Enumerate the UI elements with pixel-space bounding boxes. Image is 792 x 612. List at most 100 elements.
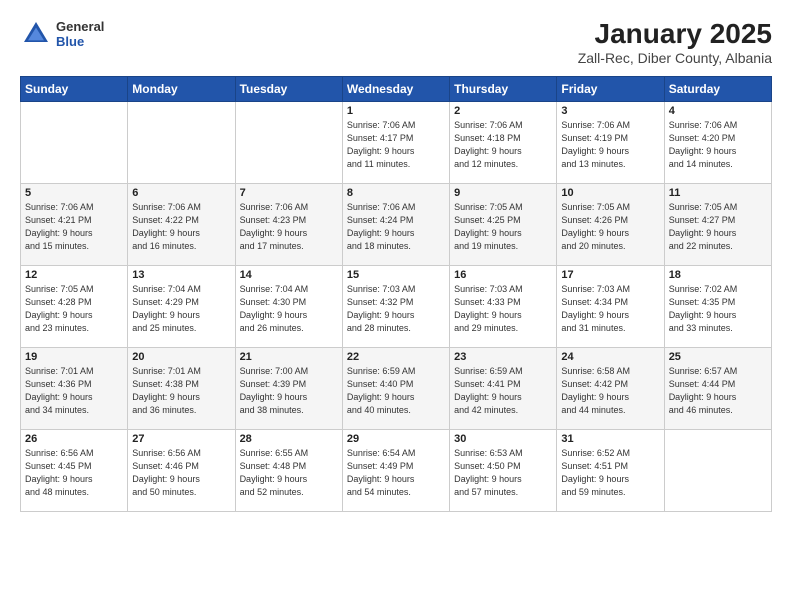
day-info: Sunrise: 7:05 AM Sunset: 4:28 PM Dayligh… — [25, 283, 123, 335]
calendar-cell: 9 Sunrise: 7:05 AM Sunset: 4:25 PM Daylig… — [450, 184, 557, 266]
calendar-cell: 16Sunrise: 7:03 AM Sunset: 4:33 PM Dayli… — [450, 266, 557, 348]
calendar-cell: 23 Sunrise: 6:59 AM Sunset: 4:41 PM Dayli… — [450, 348, 557, 430]
calendar-cell: 30 Sunrise: 6:53 AM Sunset: 4:50 PM Dayli… — [450, 430, 557, 512]
calendar-cell: 17 Sunrise: 7:03 AM Sunset: 4:34 PM Dayli… — [557, 266, 664, 348]
calendar-cell: 25Sunrise: 6:57 AM Sunset: 4:44 PM Dayli… — [664, 348, 771, 430]
day-info: Sunrise: 7:02 AM Sunset: 4:35 PM Dayligh… — [669, 283, 767, 335]
calendar-cell: 20Sunrise: 7:01 AM Sunset: 4:38 PM Dayli… — [128, 348, 235, 430]
calendar-cell: 19 Sunrise: 7:01 AM Sunset: 4:36 PM Dayli… — [21, 348, 128, 430]
day-info: Sunrise: 6:53 AM Sunset: 4:50 PM Dayligh… — [454, 447, 552, 499]
day-number: 18 — [669, 269, 767, 281]
day-number: 23 — [454, 351, 552, 363]
day-info: Sunrise: 7:06 AM Sunset: 4:19 PM Dayligh… — [561, 119, 659, 171]
day-number: 25 — [669, 351, 767, 363]
calendar-cell: 10Sunrise: 7:05 AM Sunset: 4:26 PM Dayli… — [557, 184, 664, 266]
day-number: 15 — [347, 269, 445, 281]
calendar-cell: 1 Sunrise: 7:06 AM Sunset: 4:17 PM Daylig… — [342, 102, 449, 184]
header-cell-tuesday: Tuesday — [235, 77, 342, 102]
day-info: Sunrise: 7:05 AM Sunset: 4:27 PM Dayligh… — [669, 201, 767, 253]
calendar-cell: 31Sunrise: 6:52 AM Sunset: 4:51 PM Dayli… — [557, 430, 664, 512]
header-cell-sunday: Sunday — [21, 77, 128, 102]
day-number: 4 — [669, 105, 767, 117]
calendar-cell: 12 Sunrise: 7:05 AM Sunset: 4:28 PM Dayli… — [21, 266, 128, 348]
day-number: 17 — [561, 269, 659, 281]
calendar-cell: 13Sunrise: 7:04 AM Sunset: 4:29 PM Dayli… — [128, 266, 235, 348]
calendar-cell: 7Sunrise: 7:06 AM Sunset: 4:23 PM Daylig… — [235, 184, 342, 266]
header-cell-thursday: Thursday — [450, 77, 557, 102]
calendar-cell — [21, 102, 128, 184]
day-number: 29 — [347, 433, 445, 445]
day-number: 14 — [240, 269, 338, 281]
calendar-cell: 4Sunrise: 7:06 AM Sunset: 4:20 PM Daylig… — [664, 102, 771, 184]
calendar-cell: 22 Sunrise: 6:59 AM Sunset: 4:40 PM Dayli… — [342, 348, 449, 430]
calendar-cell: 21 Sunrise: 7:00 AM Sunset: 4:39 PM Dayli… — [235, 348, 342, 430]
day-info: Sunrise: 6:54 AM Sunset: 4:49 PM Dayligh… — [347, 447, 445, 499]
day-info: Sunrise: 6:59 AM Sunset: 4:41 PM Dayligh… — [454, 365, 552, 417]
calendar-cell — [664, 430, 771, 512]
week-row-3: 19 Sunrise: 7:01 AM Sunset: 4:36 PM Dayli… — [21, 348, 772, 430]
day-info: Sunrise: 6:59 AM Sunset: 4:40 PM Dayligh… — [347, 365, 445, 417]
week-row-0: 1 Sunrise: 7:06 AM Sunset: 4:17 PM Daylig… — [21, 102, 772, 184]
day-number: 1 — [347, 105, 445, 117]
calendar-cell: 14 Sunrise: 7:04 AM Sunset: 4:30 PM Dayli… — [235, 266, 342, 348]
day-number: 5 — [25, 187, 123, 199]
day-number: 21 — [240, 351, 338, 363]
header: General Blue January 2025 Zall-Rec, Dibe… — [20, 18, 772, 66]
calendar-cell: 28 Sunrise: 6:55 AM Sunset: 4:48 PM Dayli… — [235, 430, 342, 512]
day-number: 27 — [132, 433, 230, 445]
day-info: Sunrise: 7:05 AM Sunset: 4:25 PM Dayligh… — [454, 201, 552, 253]
logo-icon — [20, 18, 52, 50]
logo-text: General Blue — [56, 19, 104, 49]
header-cell-friday: Friday — [557, 77, 664, 102]
logo: General Blue — [20, 18, 104, 50]
day-number: 12 — [25, 269, 123, 281]
week-row-2: 12 Sunrise: 7:05 AM Sunset: 4:28 PM Dayli… — [21, 266, 772, 348]
day-info: Sunrise: 7:03 AM Sunset: 4:32 PM Dayligh… — [347, 283, 445, 335]
day-number: 19 — [25, 351, 123, 363]
day-number: 6 — [132, 187, 230, 199]
calendar-body: 1 Sunrise: 7:06 AM Sunset: 4:17 PM Daylig… — [21, 102, 772, 512]
day-number: 26 — [25, 433, 123, 445]
calendar-subtitle: Zall-Rec, Diber County, Albania — [578, 50, 772, 66]
day-info: Sunrise: 7:04 AM Sunset: 4:29 PM Dayligh… — [132, 283, 230, 335]
day-number: 28 — [240, 433, 338, 445]
day-info: Sunrise: 6:55 AM Sunset: 4:48 PM Dayligh… — [240, 447, 338, 499]
day-number: 24 — [561, 351, 659, 363]
calendar-cell: 18 Sunrise: 7:02 AM Sunset: 4:35 PM Dayli… — [664, 266, 771, 348]
day-info: Sunrise: 7:04 AM Sunset: 4:30 PM Dayligh… — [240, 283, 338, 335]
day-number: 11 — [669, 187, 767, 199]
calendar-cell — [128, 102, 235, 184]
calendar-header: SundayMondayTuesdayWednesdayThursdayFrid… — [21, 77, 772, 102]
day-info: Sunrise: 7:03 AM Sunset: 4:34 PM Dayligh… — [561, 283, 659, 335]
calendar-cell: 2Sunrise: 7:06 AM Sunset: 4:18 PM Daylig… — [450, 102, 557, 184]
calendar-cell: 15 Sunrise: 7:03 AM Sunset: 4:32 PM Dayli… — [342, 266, 449, 348]
day-number: 2 — [454, 105, 552, 117]
day-number: 16 — [454, 269, 552, 281]
day-number: 22 — [347, 351, 445, 363]
week-row-4: 26 Sunrise: 6:56 AM Sunset: 4:45 PM Dayli… — [21, 430, 772, 512]
calendar-table: SundayMondayTuesdayWednesdayThursdayFrid… — [20, 76, 772, 512]
calendar-cell: 11 Sunrise: 7:05 AM Sunset: 4:27 PM Dayli… — [664, 184, 771, 266]
calendar-cell: 5Sunrise: 7:06 AM Sunset: 4:21 PM Daylig… — [21, 184, 128, 266]
calendar-cell — [235, 102, 342, 184]
header-row: SundayMondayTuesdayWednesdayThursdayFrid… — [21, 77, 772, 102]
calendar-cell: 26 Sunrise: 6:56 AM Sunset: 4:45 PM Dayli… — [21, 430, 128, 512]
calendar-cell: 29 Sunrise: 6:54 AM Sunset: 4:49 PM Dayli… — [342, 430, 449, 512]
day-number: 10 — [561, 187, 659, 199]
calendar-cell: 3 Sunrise: 7:06 AM Sunset: 4:19 PM Daylig… — [557, 102, 664, 184]
header-cell-monday: Monday — [128, 77, 235, 102]
day-info: Sunrise: 7:00 AM Sunset: 4:39 PM Dayligh… — [240, 365, 338, 417]
page: General Blue January 2025 Zall-Rec, Dibe… — [0, 0, 792, 612]
day-info: Sunrise: 6:58 AM Sunset: 4:42 PM Dayligh… — [561, 365, 659, 417]
day-info: Sunrise: 6:56 AM Sunset: 4:45 PM Dayligh… — [25, 447, 123, 499]
calendar-title: January 2025 — [578, 18, 772, 50]
day-info: Sunrise: 7:06 AM Sunset: 4:22 PM Dayligh… — [132, 201, 230, 253]
day-number: 9 — [454, 187, 552, 199]
day-number: 3 — [561, 105, 659, 117]
day-number: 31 — [561, 433, 659, 445]
day-info: Sunrise: 7:06 AM Sunset: 4:17 PM Dayligh… — [347, 119, 445, 171]
day-info: Sunrise: 7:01 AM Sunset: 4:36 PM Dayligh… — [25, 365, 123, 417]
day-number: 30 — [454, 433, 552, 445]
day-info: Sunrise: 7:01 AM Sunset: 4:38 PM Dayligh… — [132, 365, 230, 417]
day-number: 7 — [240, 187, 338, 199]
